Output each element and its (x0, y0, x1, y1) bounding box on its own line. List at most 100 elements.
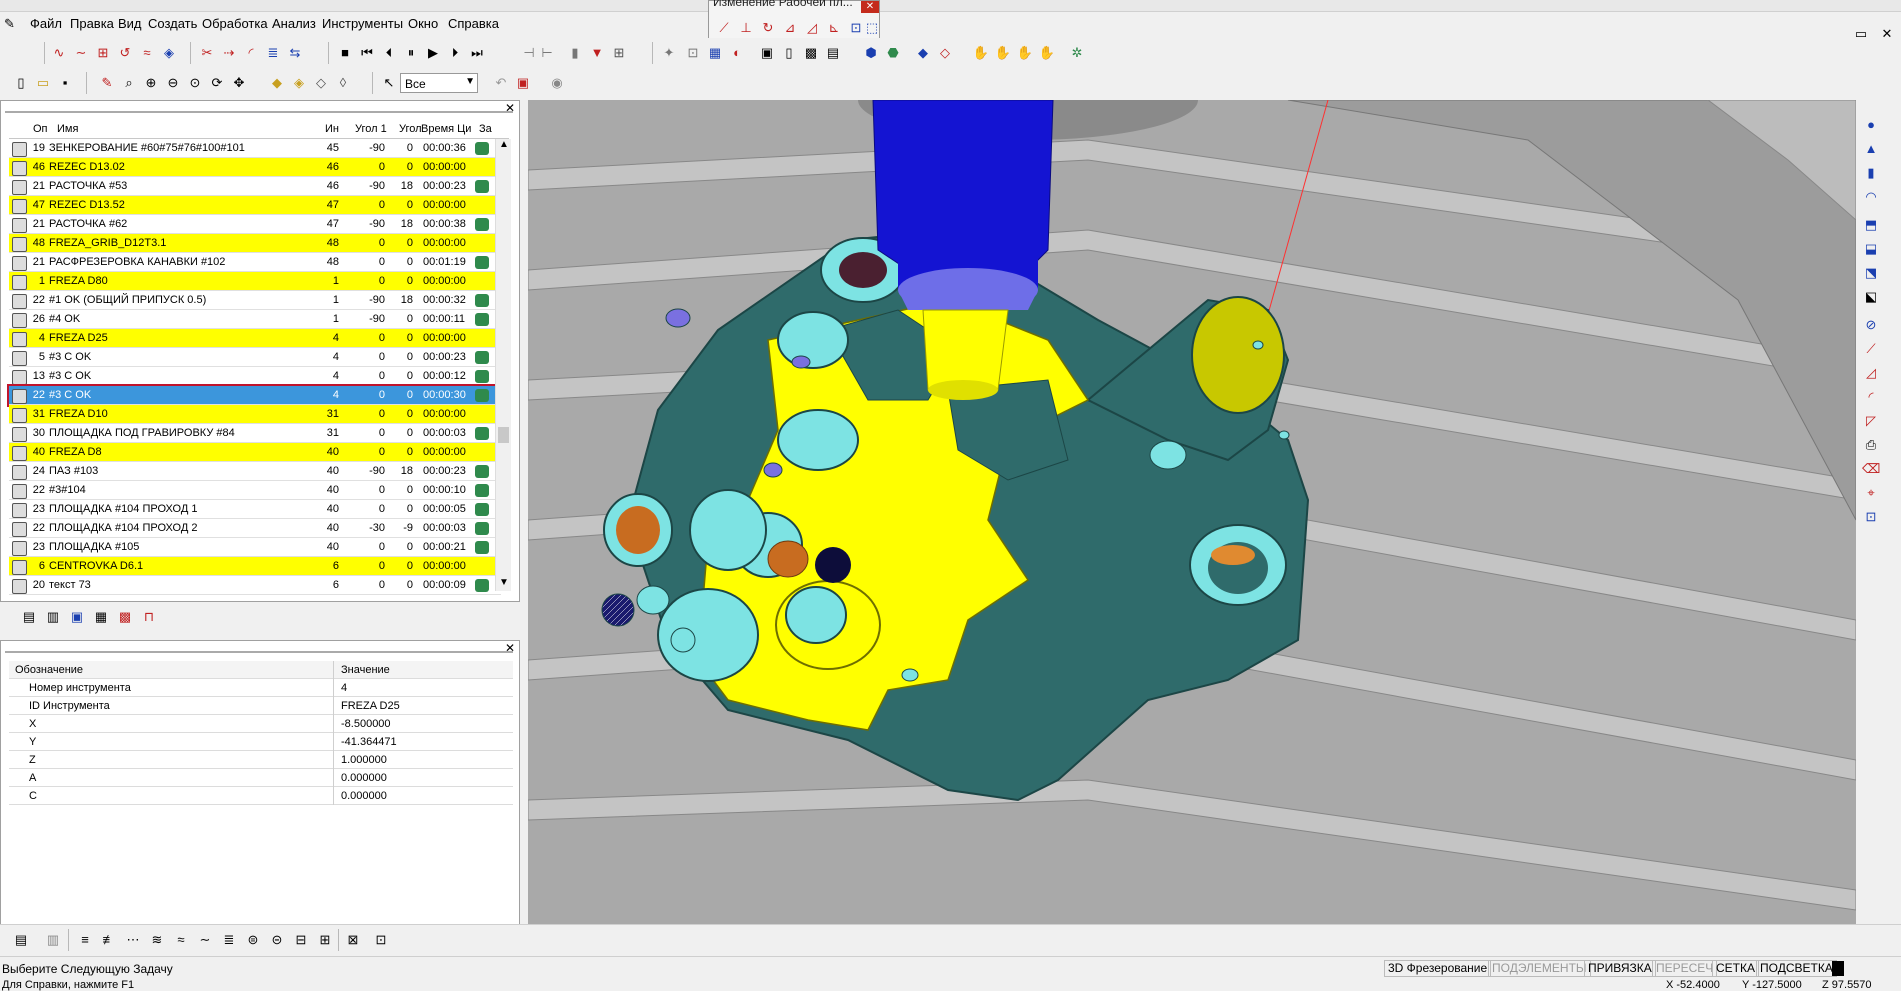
zoom-in-icon[interactable]: ⊕ (142, 74, 160, 92)
play-icon[interactable]: ▶ (424, 44, 442, 62)
machine-icon[interactable]: ▣ (758, 44, 776, 62)
extrude-icon[interactable]: ⬒ (1862, 216, 1880, 234)
table-row[interactable]: 22 #3#104 40 0 0 00:00:10 (9, 481, 501, 500)
table-row[interactable]: 47 REZEC D13.52 47 0 0 00:00:00 (9, 196, 501, 215)
draft-icon[interactable]: ◸ (1862, 412, 1880, 430)
record-icon[interactable]: ◉ (548, 74, 566, 92)
scroll-up-icon[interactable]: ▲ (499, 139, 509, 150)
status-intersect[interactable]: ПЕРЕСЕЧ (1652, 960, 1718, 977)
status-subelements[interactable]: ПОДЭЛЕМЕНТЫ (1488, 960, 1591, 977)
plane-rotate-icon[interactable]: ↻ (759, 19, 777, 37)
chamfer-icon[interactable]: ◿ (1862, 364, 1880, 382)
surface-icon[interactable]: ⊞ (94, 44, 112, 62)
panel-grip[interactable] (5, 651, 513, 653)
status-highlight[interactable]: ПОДСВЕТКА (1756, 960, 1837, 977)
doc-icon[interactable]: ▦ (92, 608, 110, 626)
floating-toolbar-close-button[interactable]: ✕ (861, 1, 879, 13)
stock-icon[interactable]: ▦ (706, 44, 724, 62)
print-icon[interactable]: ⎙ (1862, 436, 1880, 454)
plane-xy-icon[interactable]: ⊥ (737, 19, 755, 37)
step-forward-icon[interactable]: ⏵ (446, 44, 464, 62)
shade-part-icon[interactable]: ◈ (290, 74, 308, 92)
operations-scrollbar[interactable]: ▲ ▼ (495, 139, 511, 591)
col-tool[interactable]: Ин (325, 123, 339, 135)
col-angle1[interactable]: Угол 1 (355, 123, 387, 135)
tool-holder-icon[interactable]: ▼ (588, 44, 606, 62)
property-row[interactable]: ID Инструмента FREZA D25 (9, 697, 513, 715)
undo-icon[interactable]: ↶ (492, 74, 510, 92)
pointer-icon[interactable]: ↖ (380, 74, 398, 92)
shade-yellow-icon[interactable]: ◆ (268, 74, 286, 92)
zoom-window-icon[interactable]: ⌕ (120, 74, 138, 92)
panel-grip[interactable] (5, 111, 513, 113)
solid-icon[interactable]: ◈ (160, 44, 178, 62)
table-row[interactable]: 30 ПЛОЩАДКА ПОД ГРАВИРОВКУ #84 31 0 0 00:00:0… (9, 424, 501, 443)
table-row[interactable]: 23 ПЛОЩАДКА #104 ПРОХОД 1 40 0 0 00:00:05 (9, 500, 501, 519)
cut-icon[interactable]: ⟋ (1862, 340, 1880, 358)
boolean-icon[interactable]: ⊘ (1862, 316, 1880, 334)
toolpath-g-icon[interactable]: ≣ (220, 931, 238, 949)
setup-icon[interactable]: ▣ (68, 608, 86, 626)
zoom-out-icon[interactable]: ⊖ (164, 74, 182, 92)
scroll-down-icon[interactable]: ▼ (499, 577, 509, 588)
chevron-down-icon[interactable]: ▼ (465, 76, 475, 87)
block-icon[interactable]: ▤ (824, 44, 842, 62)
sweep-icon[interactable]: ≈ (138, 44, 156, 62)
spline-icon[interactable]: ∼ (72, 44, 90, 62)
table-row[interactable]: 26 #4 OK 1 -90 0 00:00:11 (9, 310, 501, 329)
toolpath-m-icon[interactable]: ⊡ (372, 931, 390, 949)
property-row[interactable]: A 0.000000 (9, 769, 513, 787)
save-icon[interactable]: ▪ (56, 74, 74, 92)
plane-icon[interactable]: ⟋ (715, 19, 733, 37)
extend-icon[interactable]: ⇢ (220, 44, 238, 62)
revolve-solid-icon[interactable]: ⬓ (1862, 240, 1880, 258)
col-angle2[interactable]: Угол (399, 123, 422, 135)
trim-icon[interactable]: ✂ (198, 44, 216, 62)
menu-file[interactable]: Файл (30, 16, 62, 31)
col-name[interactable]: Имя (57, 123, 78, 135)
table-row[interactable]: 48 FREZA_GRIB_D12T3.1 48 0 0 00:00:00 (9, 234, 501, 253)
fast-forward-end-icon[interactable]: ⏭ (468, 44, 486, 62)
table-row[interactable]: 13 #3 C OK 4 0 0 00:00:12 (9, 367, 501, 386)
tool-display-icon[interactable]: ▮ (566, 44, 584, 62)
redraw-icon[interactable]: ✎ (98, 74, 116, 92)
plane-view-icon[interactable]: ⬚ (863, 19, 881, 37)
toolpath-l-icon[interactable]: ⊠ (344, 931, 362, 949)
toolpath-k-icon[interactable]: ⊞ (316, 931, 334, 949)
select-hand-icon[interactable]: ✋ (972, 44, 990, 62)
menu-edit[interactable]: Правка (70, 16, 114, 31)
stack-icon[interactable]: ▥ (44, 931, 62, 949)
menu-analysis[interactable]: Анализ (272, 16, 316, 31)
slider-min-icon[interactable]: ⊣ (520, 44, 538, 62)
menu-view[interactable]: Вид (118, 16, 142, 31)
table-row[interactable]: 21 РАСФРЕЗЕРОВКА КАНАВКИ #102 48 0 0 00:01:19 (9, 253, 501, 272)
new-file-icon[interactable]: ▯ (12, 74, 30, 92)
shell-icon[interactable]: ⬕ (1862, 288, 1880, 306)
toolpath-j-icon[interactable]: ⊟ (292, 931, 310, 949)
pause-icon[interactable]: ⏸ (402, 44, 420, 62)
property-row[interactable]: Y -41.364471 (9, 733, 513, 751)
toolpath-h-icon[interactable]: ⊜ (244, 931, 262, 949)
fillet-icon[interactable]: ◜ (242, 44, 260, 62)
gear-box-icon[interactable]: ▩ (802, 44, 820, 62)
grab-hand-icon[interactable]: ✋ (1016, 44, 1034, 62)
sphere-icon[interactable]: ● (1862, 116, 1880, 134)
cylinder-icon[interactable]: ▮ (1862, 164, 1880, 182)
open-file-icon[interactable]: ▭ (34, 74, 52, 92)
step-back-icon[interactable]: ⏴ (380, 44, 398, 62)
toolpath-b-icon[interactable]: ≢ (100, 931, 118, 949)
slider-max-icon[interactable]: ⊢ (538, 44, 556, 62)
color-icon[interactable]: ◇ (936, 44, 954, 62)
menu-window[interactable]: Окно (408, 16, 438, 31)
move-hand-icon[interactable]: ✋ (1038, 44, 1056, 62)
table-row[interactable]: 19 ЗЕНКЕРОВАНИЕ #60#75#76#100#101 45 -90 0 00… (9, 139, 501, 158)
toolpath-e-icon[interactable]: ≈ (172, 931, 190, 949)
globe-icon[interactable]: ✲ (1068, 44, 1086, 62)
table-row[interactable]: 40 FREZA D8 40 0 0 00:00:00 (9, 443, 501, 462)
rotate-view-icon[interactable]: ⟳ (208, 74, 226, 92)
fixture-icon[interactable]: ⬣ (884, 44, 902, 62)
plane-align-icon[interactable]: ◿ (803, 19, 821, 37)
pan-hand-icon[interactable]: ✋ (994, 44, 1012, 62)
loft-icon[interactable]: ⬔ (1862, 264, 1880, 282)
table-row[interactable]: 22 ПЛОЩАДКА #104 ПРОХОД 2 40 -30 -9 00:00:03 (9, 519, 501, 538)
